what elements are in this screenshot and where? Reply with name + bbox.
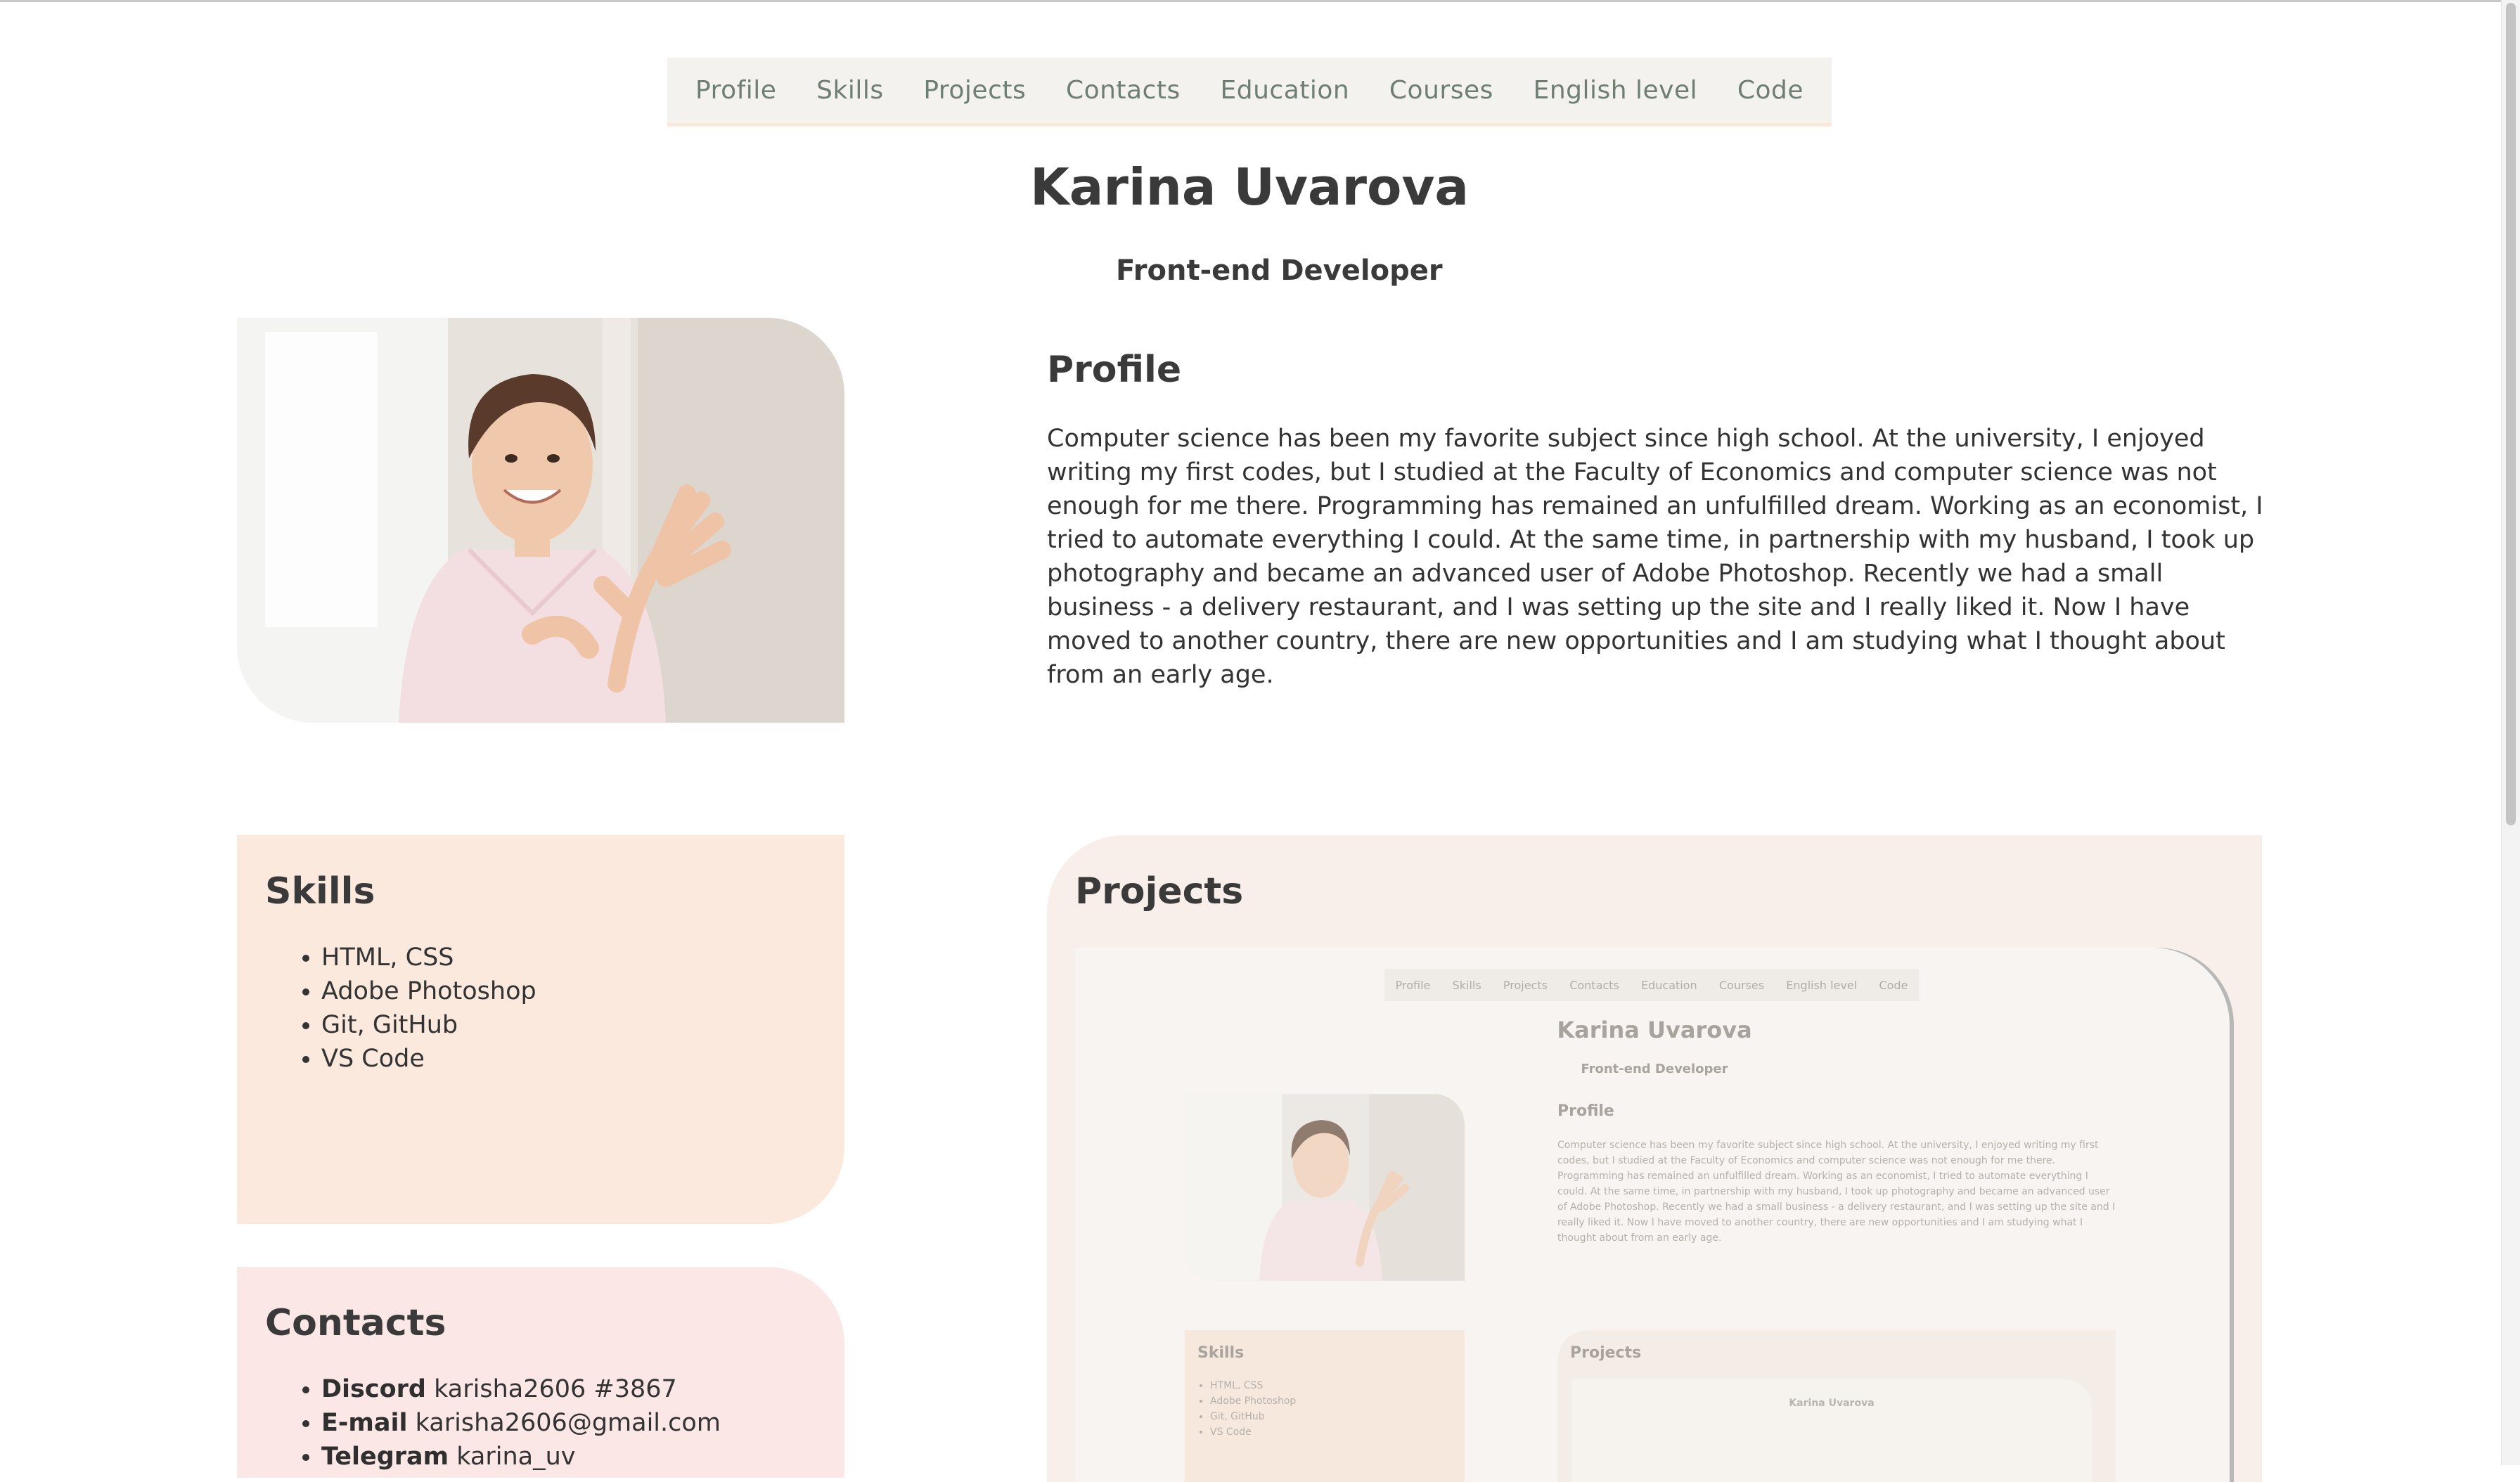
preview-skills-card: Skills HTML, CSS Adobe Photoshop Git, Gi… [1185, 1330, 1465, 1482]
contact-label: E-mail [321, 1409, 408, 1437]
preview-photo-illustration [1185, 1094, 1465, 1281]
scrollbar-thumb[interactable] [2506, 3, 2516, 825]
profile-description: Computer science has been my favorite su… [1047, 425, 2263, 689]
preview-nested-title: Karina Uvarova [1789, 1398, 1875, 1409]
preview-projects-card: Projects Karina Uvarova [1557, 1330, 2116, 1482]
preview-nav-item: Projects [1503, 978, 1548, 992]
preview-skill-item: VS Code [1210, 1424, 1296, 1440]
contacts-list: Discord karisha2606 #3867 E-mail karisha… [321, 1372, 721, 1474]
preview-photo [1185, 1094, 1465, 1281]
nav-link-profile[interactable]: Profile [695, 76, 776, 105]
nav-link-skills[interactable]: Skills [816, 76, 883, 105]
preview-nav-item: Code [1879, 978, 1908, 992]
preview-nav-item: Courses [1718, 978, 1765, 992]
main-nav: Profile Skills Projects Contacts Educati… [667, 58, 1832, 127]
preview-role: Front-end Developer [1581, 1062, 1728, 1076]
contact-value[interactable]: karisha2606 #3867 [434, 1375, 677, 1403]
preview-nav-item: Skills [1452, 978, 1481, 992]
profile-heading: Profile [1047, 349, 1182, 391]
profile-photo [237, 318, 844, 723]
contact-value[interactable]: karisha2606@gmail.com [416, 1409, 721, 1437]
preview-skills-list: HTML, CSS Adobe Photoshop Git, GitHub VS… [1210, 1378, 1296, 1440]
profile-photo-illustration [237, 318, 844, 723]
skill-item: HTML, CSS [321, 941, 536, 974]
page-title: Karina Uvarova [1030, 157, 1469, 217]
window-top-border [0, 0, 2520, 2]
contact-item-discord: Discord karisha2606 #3867 [321, 1372, 721, 1406]
skills-list: HTML, CSS Adobe Photoshop Git, GitHub VS… [321, 941, 536, 1076]
preview-nav-item: Profile [1395, 978, 1431, 992]
preview-nav-item: Education [1641, 978, 1697, 992]
preview-skill-item: HTML, CSS [1210, 1378, 1296, 1393]
preview-profile-text: Computer science has been my favorite su… [1557, 1140, 2116, 1244]
preview-skill-item: Git, GitHub [1210, 1409, 1296, 1424]
skills-heading: Skills [265, 870, 375, 913]
nav-link-contacts[interactable]: Contacts [1066, 76, 1181, 105]
nav-link-projects[interactable]: Projects [923, 76, 1026, 105]
preview-title: Karina Uvarova [1557, 1017, 1752, 1043]
nav-link-code[interactable]: Code [1737, 76, 1804, 105]
project-preview-screenshot[interactable]: Profile Skills Projects Contacts Educati… [1075, 948, 2234, 1482]
preview-skills-heading: Skills [1197, 1344, 1245, 1362]
projects-card: Projects Profile Skills Projects Contact… [1047, 835, 2262, 1482]
contact-item-email: E-mail karisha2606@gmail.com [321, 1406, 721, 1440]
preview-nav: Profile Skills Projects Contacts Educati… [1384, 969, 1919, 1001]
preview-nav-item: Contacts [1569, 978, 1619, 992]
preview-nested-screenshot: Karina Uvarova [1571, 1379, 2092, 1482]
contact-label: Discord [321, 1375, 426, 1403]
preview-skill-item: Adobe Photoshop [1210, 1393, 1296, 1409]
preview-projects-heading: Projects [1570, 1344, 1642, 1362]
skills-card: Skills HTML, CSS Adobe Photoshop Git, Gi… [237, 835, 844, 1224]
contacts-card: Contacts Discord karisha2606 #3867 E-mai… [237, 1267, 844, 1478]
job-role: Front-end Developer [1116, 254, 1443, 287]
contact-value[interactable]: karina_uv [456, 1443, 575, 1471]
skill-item: Git, GitHub [321, 1008, 536, 1042]
skill-item: Adobe Photoshop [321, 974, 536, 1008]
page-scrollbar[interactable] [2501, 0, 2520, 1465]
preview-nav-item: English level [1786, 978, 1858, 992]
nav-link-courses[interactable]: Courses [1389, 76, 1493, 105]
projects-heading: Projects [1075, 870, 1244, 913]
contacts-heading: Contacts [265, 1302, 446, 1344]
nav-link-education[interactable]: Education [1220, 76, 1349, 105]
nav-link-english-level[interactable]: English level [1534, 76, 1698, 105]
preview-profile-heading: Profile [1557, 1102, 1614, 1120]
skill-item: VS Code [321, 1042, 536, 1076]
contact-label: Telegram [321, 1443, 449, 1471]
contact-item-telegram: Telegram karina_uv [321, 1440, 721, 1474]
